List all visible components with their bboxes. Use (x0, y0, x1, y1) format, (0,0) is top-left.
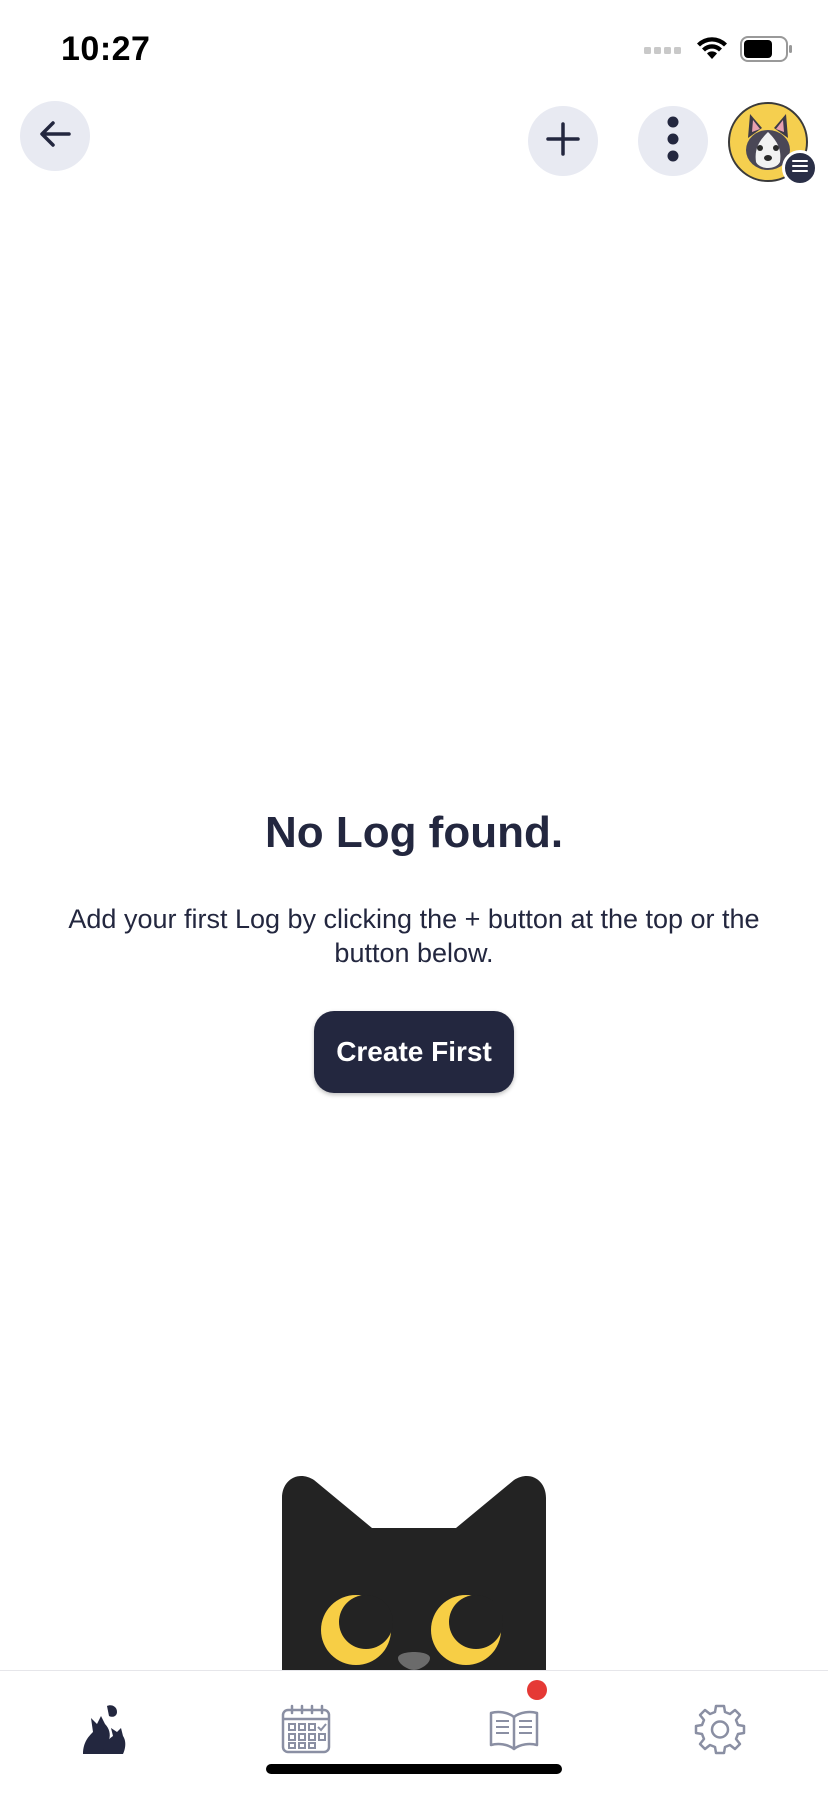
home-indicator (266, 1764, 562, 1774)
back-button[interactable] (20, 101, 90, 171)
empty-state-description: Add your first Log by clicking the + but… (68, 904, 760, 968)
battery-icon (740, 36, 794, 67)
status-bar: 10:27 (0, 0, 828, 100)
more-options-button[interactable] (638, 106, 708, 176)
tab-settings[interactable] (690, 1701, 750, 1761)
more-vertical-icon (663, 115, 683, 168)
empty-state-title: No Log found. (264, 808, 564, 857)
wifi-icon (696, 37, 728, 66)
signal-icon (644, 43, 684, 61)
gear-icon (694, 1703, 746, 1760)
tab-calendar[interactable] (276, 1701, 336, 1761)
plus-icon (543, 119, 583, 164)
arrow-left-icon (35, 114, 75, 159)
book-icon (488, 1707, 540, 1756)
avatar-menu-badge[interactable] (782, 150, 818, 186)
tab-bar (0, 1670, 828, 1793)
status-icons (644, 36, 794, 67)
menu-icon (791, 159, 809, 178)
top-nav (0, 96, 828, 192)
black-cat-illustration (280, 1470, 550, 1670)
status-time: 10:27 (61, 30, 151, 68)
create-first-button[interactable]: Create First (314, 1011, 514, 1093)
tab-pets[interactable] (72, 1701, 132, 1761)
pets-icon (77, 1702, 127, 1761)
add-button[interactable] (528, 106, 598, 176)
calendar-icon (280, 1703, 332, 1760)
notification-dot (527, 1680, 547, 1700)
tab-book[interactable] (484, 1701, 544, 1761)
